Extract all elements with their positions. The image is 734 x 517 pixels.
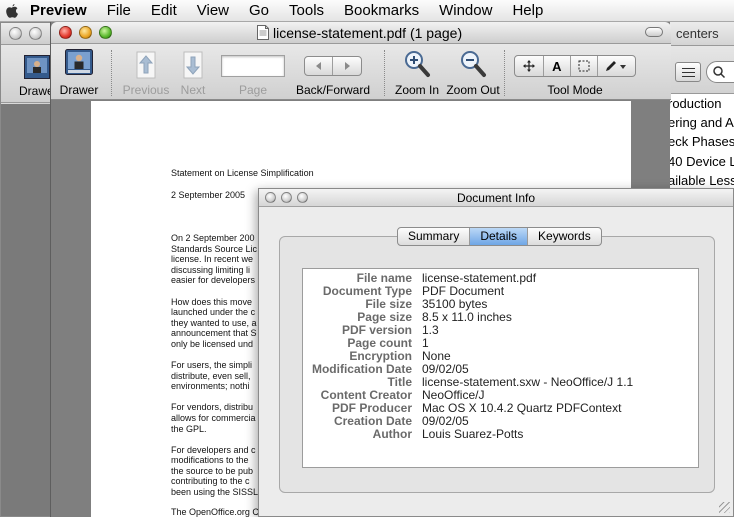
menu-bookmarks[interactable]: Bookmarks <box>334 0 429 22</box>
pdf-text-line: environments; nothi <box>171 381 250 392</box>
window-title: license-statement.pdf (1 page) <box>273 25 463 41</box>
document-info-titlebar[interactable]: Document Info <box>259 189 733 207</box>
page-number-input[interactable] <box>221 55 285 77</box>
move-tool-button[interactable] <box>515 56 544 76</box>
zoom-out-button[interactable]: Zoom Out <box>445 46 501 97</box>
menu-go[interactable]: Go <box>239 0 279 22</box>
arrow-down-icon <box>183 51 203 79</box>
zoom-in-button[interactable]: Zoom In <box>389 46 445 97</box>
zoom-in-label: Zoom In <box>394 83 439 97</box>
pdf-text-line: Standards Source Lic <box>171 243 258 254</box>
pdf-text-line: contributing to the c <box>171 476 250 487</box>
zoom-button[interactable] <box>99 26 112 39</box>
toolbar-toggle-button[interactable] <box>645 27 663 37</box>
background-window-title: centers <box>676 26 719 41</box>
menu-preview[interactable]: Preview <box>20 0 97 22</box>
minimize-button[interactable] <box>79 26 92 39</box>
next-page-button[interactable]: Next <box>167 46 219 97</box>
pdf-text-line: 2 September 2005 <box>171 190 246 200</box>
window-titlebar[interactable]: license-statement.pdf (1 page) <box>51 22 671 44</box>
info-tabs: Summary Details Keywords <box>397 227 602 246</box>
field-label: Author <box>372 427 412 441</box>
pdf-text-line: For users, the simpli <box>171 360 253 370</box>
pdf-text-line: the GPL. <box>171 423 207 434</box>
pdf-text-line: launched under the c <box>171 307 256 318</box>
drawer-icon[interactable] <box>24 55 50 79</box>
pdf-text-line: On 2 September 200 <box>171 233 255 243</box>
tab-keywords[interactable]: Keywords <box>528 228 601 245</box>
select-tool-button[interactable] <box>571 56 598 76</box>
move-icon <box>522 60 535 72</box>
menu-bar: Preview File Edit View Go Tools Bookmark… <box>0 0 734 22</box>
minimize-button[interactable] <box>29 27 42 40</box>
pdf-text-line: the source to be pub <box>171 465 254 476</box>
menu-window[interactable]: Window <box>429 0 502 22</box>
document-info-panel: Document Info Summary Details Keywords F… <box>258 188 734 517</box>
search-icon <box>713 66 726 79</box>
search-field[interactable] <box>706 61 734 83</box>
list-view-button[interactable] <box>675 62 701 82</box>
forward-arrow-icon <box>345 62 350 70</box>
pdf-text-line: For developers and c <box>171 444 256 455</box>
menu-file[interactable]: File <box>97 0 141 22</box>
zoom-out-label: Zoom Out <box>446 83 500 97</box>
back-forward-label: Back/Forward <box>295 83 371 97</box>
apple-menu-icon[interactable] <box>6 3 18 18</box>
back-forward-control <box>304 56 362 76</box>
pdf-text-line: How does this move <box>171 296 253 307</box>
marquee-select-icon <box>578 60 590 72</box>
document-info-title: Document Info <box>456 191 536 205</box>
annotate-tool-button[interactable] <box>598 56 635 76</box>
zoom-in-icon <box>405 51 430 77</box>
pdf-text-line: allows for commercia <box>171 412 256 423</box>
drawer-label: Drawer <box>59 83 99 97</box>
tab-summary[interactable]: Summary <box>398 228 471 245</box>
pdf-text-line: they wanted to use, a <box>171 317 257 328</box>
pdf-text-line: license. In recent we <box>171 254 254 265</box>
table-row: Document Type PDF Document <box>303 285 698 298</box>
pdf-document-icon[interactable] <box>257 25 269 40</box>
back-button[interactable] <box>305 57 333 75</box>
menu-tools[interactable]: Tools <box>279 0 334 22</box>
close-button[interactable] <box>9 27 22 40</box>
menu-edit[interactable]: Edit <box>141 0 187 22</box>
resize-handle[interactable] <box>719 502 730 513</box>
pdf-text-line: modifications to the <box>171 455 249 466</box>
pencil-dropdown-icon <box>606 61 627 71</box>
pdf-text-line: distribute, even sell, <box>171 370 251 381</box>
pdf-text-line: announcement that S <box>171 328 257 339</box>
zoom-out-icon <box>461 51 486 77</box>
previous-label: Previous <box>122 83 170 97</box>
previous-page-button[interactable]: Previous <box>118 46 174 97</box>
menu-help[interactable]: Help <box>502 0 553 22</box>
pdf-text-line: been using the SISSL <box>171 487 259 497</box>
drawer-button[interactable]: Drawer <box>51 46 107 97</box>
details-table: File name license-statement.pdf Document … <box>302 268 699 468</box>
arrow-up-icon <box>136 51 156 79</box>
tool-mode-label: Tool Mode <box>547 83 603 97</box>
drawer-icon <box>65 49 93 75</box>
pdf-text-line: Statement on License Simplification <box>171 168 314 178</box>
back-arrow-icon <box>315 62 321 70</box>
text-tool-button[interactable]: A <box>544 56 572 76</box>
toolbar: Drawer Previous Next Page Back/Forward Z… <box>51 44 671 100</box>
field-value: Louis Suarez-Potts <box>422 427 524 441</box>
tool-mode-control: A <box>514 55 636 77</box>
pdf-text-line: discussing limiting li <box>171 264 251 275</box>
forward-button[interactable] <box>333 57 361 75</box>
pdf-text-line: For vendors, distribu <box>171 402 254 413</box>
page-label: Page <box>238 83 268 97</box>
tab-details[interactable]: Details <box>470 228 529 245</box>
pdf-text-line: easier for developers <box>171 275 256 286</box>
menu-view[interactable]: View <box>187 0 239 22</box>
table-row: Author Louis Suarez-Potts <box>303 428 698 441</box>
pdf-text-line: only be licensed und <box>171 338 254 349</box>
next-label: Next <box>180 83 206 97</box>
close-button[interactable] <box>59 26 72 39</box>
